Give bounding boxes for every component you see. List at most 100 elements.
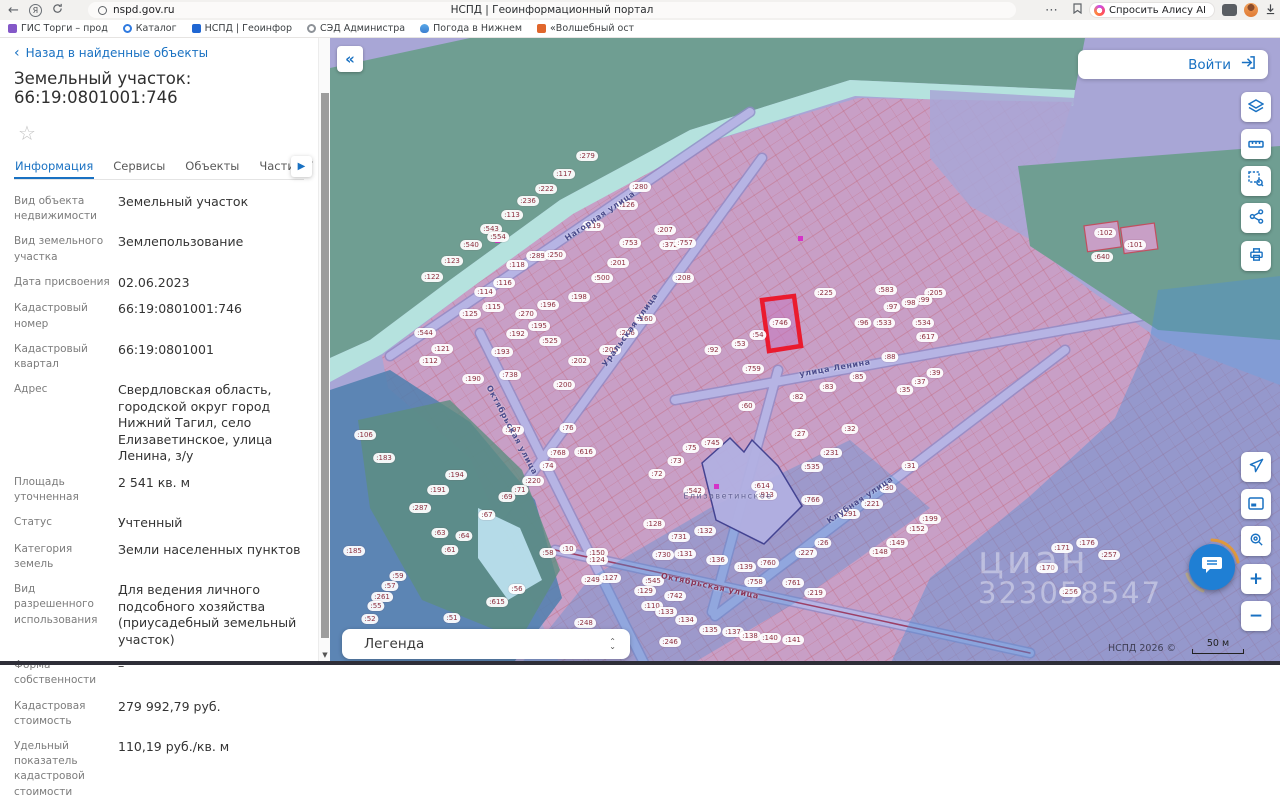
- window-edge: [0, 661, 1280, 665]
- bookmark-item[interactable]: ГИС Торги – прод: [8, 23, 108, 34]
- bookmark-label: Погода в Нижнем: [433, 23, 522, 34]
- print-button[interactable]: [1241, 241, 1271, 271]
- parcel-title: Земельный участок: 66:19:0801001:746: [14, 69, 304, 107]
- attribute-value: 66:19:0801001: [118, 342, 304, 372]
- bookmarks-bar: ГИС Торги – прод Каталог НСПД | Геоинфор СЭ…: [0, 20, 1280, 38]
- collapse-expand-icon: ⌃⌄: [609, 639, 616, 649]
- login-label: Войти: [1188, 57, 1231, 73]
- search-coordinates-button[interactable]: [1241, 526, 1271, 556]
- attribute-label: Адрес: [14, 382, 110, 465]
- attribute-row: Кадастровый номер 66:19:0801001:746: [14, 301, 304, 331]
- highlighted-parcel-746: [762, 296, 801, 351]
- share-button[interactable]: [1241, 203, 1271, 233]
- attribute-value: Свердловская область, городской округ го…: [118, 382, 304, 465]
- bookmark-item[interactable]: «Волшебный ост: [537, 23, 634, 34]
- layers-button[interactable]: [1241, 92, 1271, 122]
- bookmark-favicon: [8, 24, 17, 33]
- select-area-icon: [1248, 171, 1264, 191]
- attribute-label: Кадастровый номер: [14, 301, 110, 331]
- zoom-out-button[interactable]: −: [1241, 601, 1271, 631]
- plus-icon: +: [1249, 571, 1263, 588]
- locate-button[interactable]: [1241, 452, 1271, 482]
- attribute-row: Площадь уточненная 2 541 кв. м: [14, 475, 304, 505]
- attribute-label: Вид объекта недвижимости: [14, 194, 110, 224]
- attribute-label: Вид разрешенного использования: [14, 582, 110, 648]
- bookmark-icon[interactable]: [1073, 3, 1082, 17]
- attribute-row: Вид разрешенного использованияДля ведени…: [14, 582, 304, 648]
- bookmark-label: НСПД | Геоинфор: [205, 23, 292, 34]
- bookmark-label: ГИС Торги – прод: [21, 23, 108, 34]
- chat-bubble-icon: [1201, 555, 1223, 579]
- measure-button[interactable]: [1241, 129, 1271, 159]
- attribute-row: Кадастровый квартал 66:19:0801001: [14, 342, 304, 372]
- chevron-left-icon: ‹: [14, 46, 20, 60]
- bookmark-favicon: [420, 24, 429, 33]
- attribute-value: Земельный участок: [118, 194, 304, 224]
- chat-button[interactable]: [1189, 544, 1235, 590]
- bookmark-item[interactable]: Каталог: [123, 23, 177, 34]
- tab-Объекты[interactable]: Объекты: [184, 155, 240, 179]
- attribute-value: 110,19 руб./кв. м: [118, 739, 304, 800]
- bookmark-favicon: [537, 24, 546, 33]
- attribute-value: 2 541 кв. м: [118, 475, 304, 505]
- attribute-label: Площадь уточненная: [14, 475, 110, 505]
- attribute-value: Землепользование: [118, 234, 304, 264]
- scale-bracket: [1192, 649, 1244, 654]
- login-icon: [1239, 55, 1256, 74]
- double-chevron-left-icon: «: [345, 50, 355, 68]
- bookmark-item[interactable]: СЭД Администра: [307, 23, 405, 34]
- zoom-in-button[interactable]: +: [1241, 564, 1271, 594]
- search-location-icon: [1249, 532, 1264, 551]
- navigation-arrow-icon: [1249, 458, 1264, 477]
- attribute-label: Статус: [14, 515, 110, 532]
- scale-label: 50 м: [1192, 638, 1244, 649]
- login-button[interactable]: Войти: [1078, 50, 1268, 79]
- legend-toggle[interactable]: Легенда ⌃⌄: [342, 629, 630, 659]
- panel-collapse-button[interactable]: «: [337, 46, 363, 72]
- back-to-results-link[interactable]: ‹ Назад в найденные объекты: [14, 46, 304, 60]
- download-icon[interactable]: [1265, 3, 1276, 18]
- attribute-value: Земли населенных пунктов: [118, 542, 304, 572]
- overview-map-button[interactable]: [1241, 489, 1271, 519]
- tabs-scroll-right-button[interactable]: ▶: [291, 156, 312, 177]
- attribute-row: Кадастровая стоимость279 992,79 руб.: [14, 699, 304, 729]
- attribute-row: Статус Учтенный: [14, 515, 304, 532]
- back-icon[interactable]: ←: [8, 4, 19, 17]
- more-menu-icon[interactable]: ⋯: [1045, 4, 1058, 17]
- ruler-icon: [1248, 135, 1264, 154]
- area-select-button[interactable]: [1241, 166, 1271, 196]
- legend-label: Легенда: [364, 636, 424, 652]
- attribute-row: АдресСвердловская область, городской окр…: [14, 382, 304, 465]
- scrollbar-thumb[interactable]: [321, 93, 329, 638]
- address-bar[interactable]: nspd.gov.ru НСПД | Геоинформационный пор…: [88, 2, 1016, 18]
- scale-bar: 50 м: [1192, 638, 1244, 654]
- bookmark-label: Каталог: [136, 23, 177, 34]
- alice-icon: [1094, 5, 1105, 16]
- favorite-button[interactable]: ☆: [14, 120, 40, 146]
- bookmark-item[interactable]: Погода в Нижнем: [420, 23, 522, 34]
- attribute-label: Кадастровый квартал: [14, 342, 110, 372]
- attribute-label: Вид земельного участка: [14, 234, 110, 264]
- bookmark-item[interactable]: НСПД | Геоинфор: [192, 23, 292, 34]
- attribute-value: Учтенный: [118, 515, 304, 532]
- alice-button[interactable]: Спросить Алису AI: [1089, 2, 1215, 18]
- minimap-icon: [1248, 495, 1264, 514]
- tab-Сервисы[interactable]: Сервисы: [112, 155, 166, 179]
- attribute-value: 279 992,79 руб.: [118, 699, 304, 729]
- alice-label: Спросить Алису AI: [1109, 5, 1206, 16]
- attribute-label: Категория земель: [14, 542, 110, 572]
- bookmark-favicon: [192, 24, 201, 33]
- map-canvas[interactable]: :279:117:222:236:113:543:554:540:123:122…: [330, 38, 1280, 661]
- minus-icon: −: [1249, 608, 1263, 625]
- reload-icon[interactable]: [52, 3, 63, 17]
- back-link-label: Назад в найденные объекты: [26, 46, 208, 60]
- object-info-panel: ‹ Назад в найденные объекты Земельный уч…: [0, 38, 330, 661]
- attribute-row: Категория земель Земли населенных пунктов: [14, 542, 304, 572]
- yandex-icon[interactable]: Я: [29, 4, 42, 17]
- attribute-value: 66:19:0801001:746: [118, 301, 304, 331]
- extension-icon[interactable]: [1222, 4, 1237, 16]
- tab-Информация[interactable]: Информация: [14, 155, 94, 179]
- panel-scrollbar[interactable]: ▼: [318, 38, 330, 661]
- bookmark-favicon: [307, 24, 316, 33]
- avatar[interactable]: [1244, 3, 1258, 17]
